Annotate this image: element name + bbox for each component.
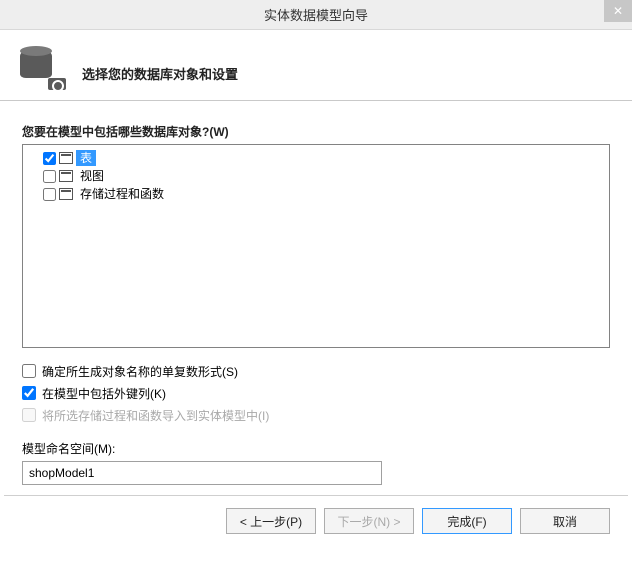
- options-block: 确定所生成对象名称的单复数形式(S) 在模型中包括外键列(K) 将所选存储过程和…: [22, 360, 610, 426]
- window-title: 实体数据模型向导: [264, 5, 368, 24]
- tree-row-tables[interactable]: 表: [29, 149, 603, 167]
- tree-checkbox-views[interactable]: [43, 170, 56, 183]
- namespace-label: 模型命名空间(M):: [22, 440, 610, 457]
- prev-button[interactable]: < 上一步(P): [226, 508, 316, 534]
- table-icon: [59, 152, 73, 164]
- tree-checkbox-tables[interactable]: [43, 152, 56, 165]
- header-subtitle: 选择您的数据库对象和设置: [82, 48, 238, 83]
- tree-question: 您要在模型中包括哪些数据库对象?(W): [22, 123, 610, 140]
- checkbox-import-sp: [22, 408, 36, 422]
- tree-label-sprocs: 存储过程和函数: [76, 186, 168, 202]
- body-area: 您要在模型中包括哪些数据库对象?(W) 表 视图 存储过程和函数 确定所生成对象…: [0, 101, 632, 495]
- close-button[interactable]: ✕: [604, 0, 632, 22]
- tree-label-views: 视图: [76, 168, 108, 184]
- cancel-button[interactable]: 取消: [520, 508, 610, 534]
- label-import-sp: 将所选存储过程和函数导入到实体模型中(I): [42, 407, 269, 424]
- view-icon: [59, 170, 73, 182]
- tree-label-tables: 表: [76, 150, 96, 166]
- close-icon: ✕: [613, 4, 623, 18]
- label-include-fk: 在模型中包括外键列(K): [42, 385, 166, 402]
- checkbox-pluralize[interactable]: [22, 364, 36, 378]
- button-row: < 上一步(P) 下一步(N) > 完成(F) 取消: [0, 496, 632, 546]
- namespace-input[interactable]: [22, 461, 382, 485]
- finish-button[interactable]: 完成(F): [422, 508, 512, 534]
- db-objects-tree[interactable]: 表 视图 存储过程和函数: [22, 144, 610, 348]
- tree-row-views[interactable]: 视图: [29, 167, 603, 185]
- sproc-icon: [59, 188, 73, 200]
- tree-checkbox-sprocs[interactable]: [43, 188, 56, 201]
- label-pluralize: 确定所生成对象名称的单复数形式(S): [42, 363, 238, 380]
- title-bar: 实体数据模型向导 ✕: [0, 0, 632, 30]
- next-button: 下一步(N) >: [324, 508, 414, 534]
- option-include-fk[interactable]: 在模型中包括外键列(K): [22, 382, 610, 404]
- option-import-sp: 将所选存储过程和函数导入到实体模型中(I): [22, 404, 610, 426]
- header-area: 选择您的数据库对象和设置: [0, 30, 632, 101]
- checkbox-include-fk[interactable]: [22, 386, 36, 400]
- tree-row-sprocs[interactable]: 存储过程和函数: [29, 185, 603, 203]
- option-pluralize[interactable]: 确定所生成对象名称的单复数形式(S): [22, 360, 610, 382]
- database-icon: [20, 48, 60, 86]
